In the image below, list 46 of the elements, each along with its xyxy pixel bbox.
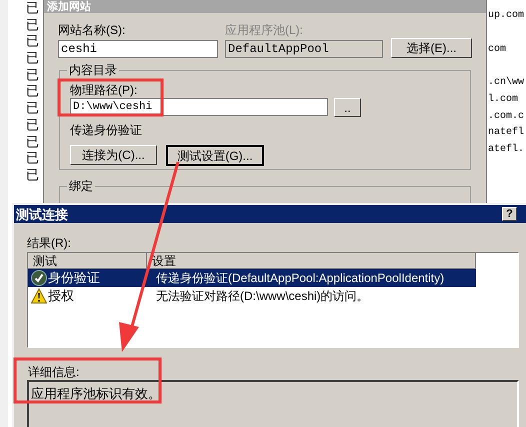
table-cell-text: 无法验证对路径(D:\www\ceshi)的访问。 <box>155 288 369 305</box>
result-row[interactable]: 授权 无法验证对路径(D:\www\ceshi)的访问。 <box>28 287 476 305</box>
list-item-text: 已 <box>26 150 39 167</box>
group-title: 绑定 <box>67 179 95 193</box>
field-label: 应用程序池(L): <box>225 23 304 37</box>
list-item-text: 已 <box>26 100 39 117</box>
group-title: 内容目录 <box>67 63 119 77</box>
select-button[interactable]: 选择(E)... <box>391 38 472 58</box>
details-text: 应用程序池标识有效。 <box>31 386 161 401</box>
site-name-field[interactable]: ceshi <box>58 40 218 58</box>
check-icon <box>31 270 47 286</box>
list-item-text: .cn\ww <box>488 77 524 89</box>
list-item-text: 已 <box>26 166 39 184</box>
list-item-text: 已 <box>26 33 39 50</box>
list-item-text: 已 <box>26 66 39 84</box>
list-item-text: 已 <box>26 83 39 100</box>
window-title: 测试连接 <box>16 208 68 220</box>
list-item-text: .com.c <box>488 111 524 123</box>
help-button[interactable]: ? <box>502 207 517 221</box>
list-item-text: l.com <box>488 94 518 106</box>
list-item-text: com <box>488 44 506 56</box>
test-settings-button[interactable]: 测试设置(G)... <box>166 145 264 166</box>
list-item-text: 已 <box>26 50 39 67</box>
list-item-text: natefl <box>488 127 524 139</box>
result-row[interactable]: 身份验证 传递身份验证(DefaultAppPool:ApplicationPoolIdentity) <box>28 269 476 287</box>
physical-path-field[interactable]: D:\www\ceshi <box>70 98 328 116</box>
details-label: 详细信息: <box>28 365 80 379</box>
results-label: 结果(R): <box>27 236 72 250</box>
list-item-text: 已 <box>26 116 39 134</box>
field-label: 网站名称(S): <box>58 23 126 37</box>
list-item-text: 已 <box>26 16 39 34</box>
browse-button[interactable]: .. <box>334 98 361 117</box>
table-cell-text: 身份验证 <box>47 269 101 287</box>
window-title: 添加网站 <box>47 0 91 12</box>
list-item-text: 已 <box>26 0 39 17</box>
list-item-text: 已 <box>26 134 39 150</box>
list-item-text: up.com <box>488 10 524 22</box>
list-item-text: atefl. <box>488 144 524 156</box>
column-header[interactable]: 设置 <box>147 253 476 268</box>
connect-as-button[interactable]: 连接为(C)... <box>70 145 157 165</box>
warning-icon <box>31 288 47 304</box>
table-cell-text: 授权 <box>47 287 75 305</box>
field-label: 物理路径(P): <box>70 83 138 97</box>
table-cell-text: 传递身份验证(DefaultAppPool:ApplicationPoolIdentity) <box>155 270 444 287</box>
auth-label: 传递身份验证 <box>70 123 143 137</box>
column-header[interactable]: 测试 <box>28 253 147 268</box>
